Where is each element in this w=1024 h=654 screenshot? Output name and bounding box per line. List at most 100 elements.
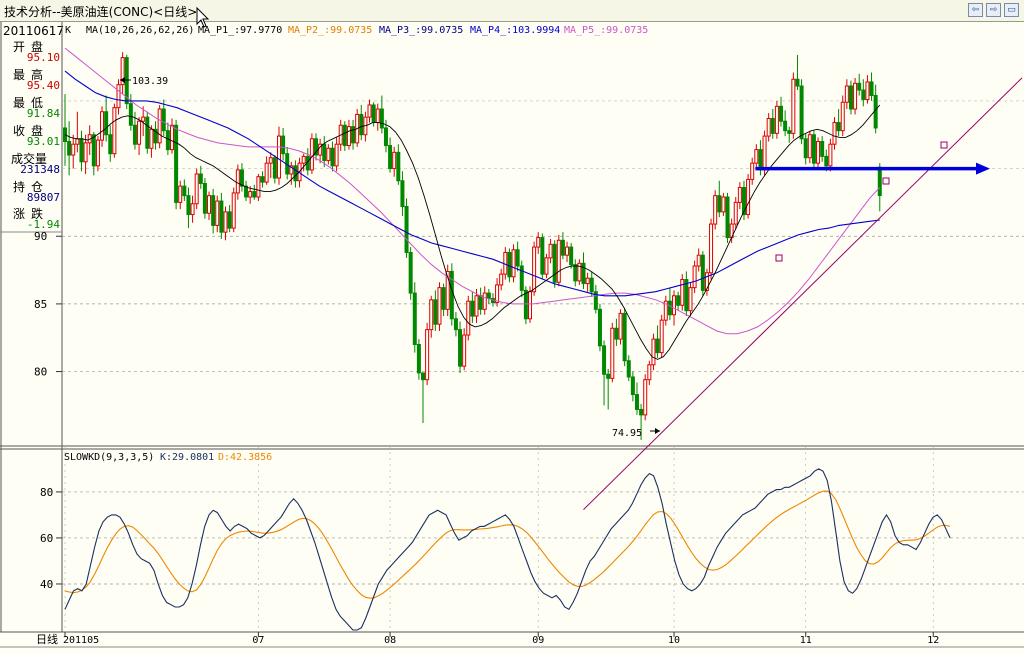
candle-body — [301, 155, 306, 164]
candle-body — [400, 180, 405, 207]
legend-ma-p5: MA_P5_:99.0735 — [564, 25, 648, 36]
candle-body — [762, 135, 767, 171]
candle-body — [416, 344, 421, 374]
candle-body — [433, 299, 438, 325]
candle-body — [733, 201, 738, 225]
candle-body — [803, 138, 808, 159]
candle-body — [770, 117, 775, 134]
period-label: 日线 — [36, 632, 58, 646]
candle-body — [857, 82, 862, 91]
candle-body — [865, 81, 870, 101]
candle-body — [746, 178, 751, 216]
annotation-overlay — [120, 77, 1023, 510]
legend-ma-p1: MA_P1_:97.9770 — [198, 25, 282, 36]
candle-body — [198, 173, 203, 184]
candle-body — [231, 192, 236, 229]
candle-body — [877, 166, 882, 196]
candle-body — [182, 185, 187, 197]
candle-body — [342, 124, 347, 147]
high-annotation: 103.39 — [132, 76, 168, 87]
candle-body — [248, 191, 253, 198]
candle-body — [569, 246, 574, 266]
candle-body — [832, 122, 837, 145]
candle-body — [552, 243, 557, 283]
candle-body — [112, 107, 117, 155]
candle-body — [869, 81, 874, 96]
candle-body — [252, 191, 257, 198]
candle-body — [95, 139, 100, 167]
candle-body — [799, 85, 804, 140]
x-tick-label: 201105 — [63, 635, 99, 646]
candle-body — [375, 108, 380, 124]
candle-body — [643, 379, 648, 416]
candle-body — [396, 151, 401, 182]
legend-ma-p2: MA_P2_:99.0735 — [288, 25, 372, 36]
candle-body — [239, 169, 244, 187]
candle-body — [676, 295, 681, 306]
candle-body — [326, 147, 331, 161]
legend-kd-params: SLOWKD(9,3,3,5) — [64, 452, 154, 463]
candle-body — [466, 300, 471, 336]
candle-body — [527, 291, 532, 320]
candle-body — [713, 195, 718, 225]
candle-body — [186, 195, 191, 216]
candle-body — [486, 292, 491, 299]
x-tick-label: 07 — [252, 635, 264, 646]
x-tick-label: 09 — [532, 635, 544, 646]
candle-body — [573, 264, 578, 282]
candle-body — [458, 329, 463, 367]
trend-marker — [940, 141, 948, 149]
candle-body — [791, 78, 796, 134]
x-tick-label: 12 — [927, 635, 939, 646]
candle-body — [149, 128, 154, 149]
candle-body — [474, 295, 479, 317]
candle-body — [371, 104, 376, 124]
candle-body — [647, 364, 652, 381]
candle-body — [137, 120, 142, 145]
candle-body — [750, 162, 755, 180]
candle-body — [223, 211, 228, 233]
price-tick-label: 80 — [34, 366, 47, 379]
candle-body — [626, 360, 631, 378]
ma-p5-line — [64, 47, 881, 335]
candle-body — [132, 124, 137, 145]
candle-body — [161, 108, 166, 132]
candle-body — [441, 287, 446, 310]
candle-body — [840, 101, 845, 132]
legend-k-value: K:29.0801 — [160, 452, 214, 463]
candle-body — [507, 251, 512, 278]
trend-marker — [775, 254, 783, 262]
candle-body — [717, 195, 722, 213]
candle-body — [766, 117, 771, 137]
candle-body — [141, 116, 146, 122]
candle-body — [672, 295, 677, 316]
candle-body — [688, 287, 693, 312]
candle-body — [128, 103, 133, 126]
candle-body — [116, 84, 121, 109]
candle-body — [725, 196, 730, 239]
candle-body — [565, 246, 570, 256]
candle-body — [207, 195, 212, 214]
candle-body — [795, 78, 800, 87]
candle-body — [774, 105, 779, 134]
legend-ma-p3: MA_P3_:99.0735 — [379, 25, 463, 36]
candle-body — [227, 211, 232, 229]
candle-body — [281, 135, 286, 155]
candle-body — [614, 327, 619, 340]
candle-body — [721, 196, 726, 213]
candle-body — [346, 126, 351, 147]
candle-body — [495, 284, 500, 304]
candle-body — [215, 200, 220, 226]
candle-body — [276, 135, 281, 179]
candle-body — [536, 237, 541, 248]
candle-body — [548, 243, 553, 259]
low-annotation: 74.95 — [612, 428, 642, 439]
kd-tick-label: 60 — [40, 532, 53, 545]
technical-chart[interactable]: 80 85 90 40 60 80 201105 07 08 09 10 11 12 K MA(10,… — [0, 0, 1024, 654]
candle-body — [453, 318, 458, 331]
candle-body — [540, 237, 545, 275]
candle-body — [700, 254, 705, 291]
candle-body — [202, 182, 207, 214]
candle-body — [379, 108, 384, 129]
candle-body — [383, 127, 388, 147]
